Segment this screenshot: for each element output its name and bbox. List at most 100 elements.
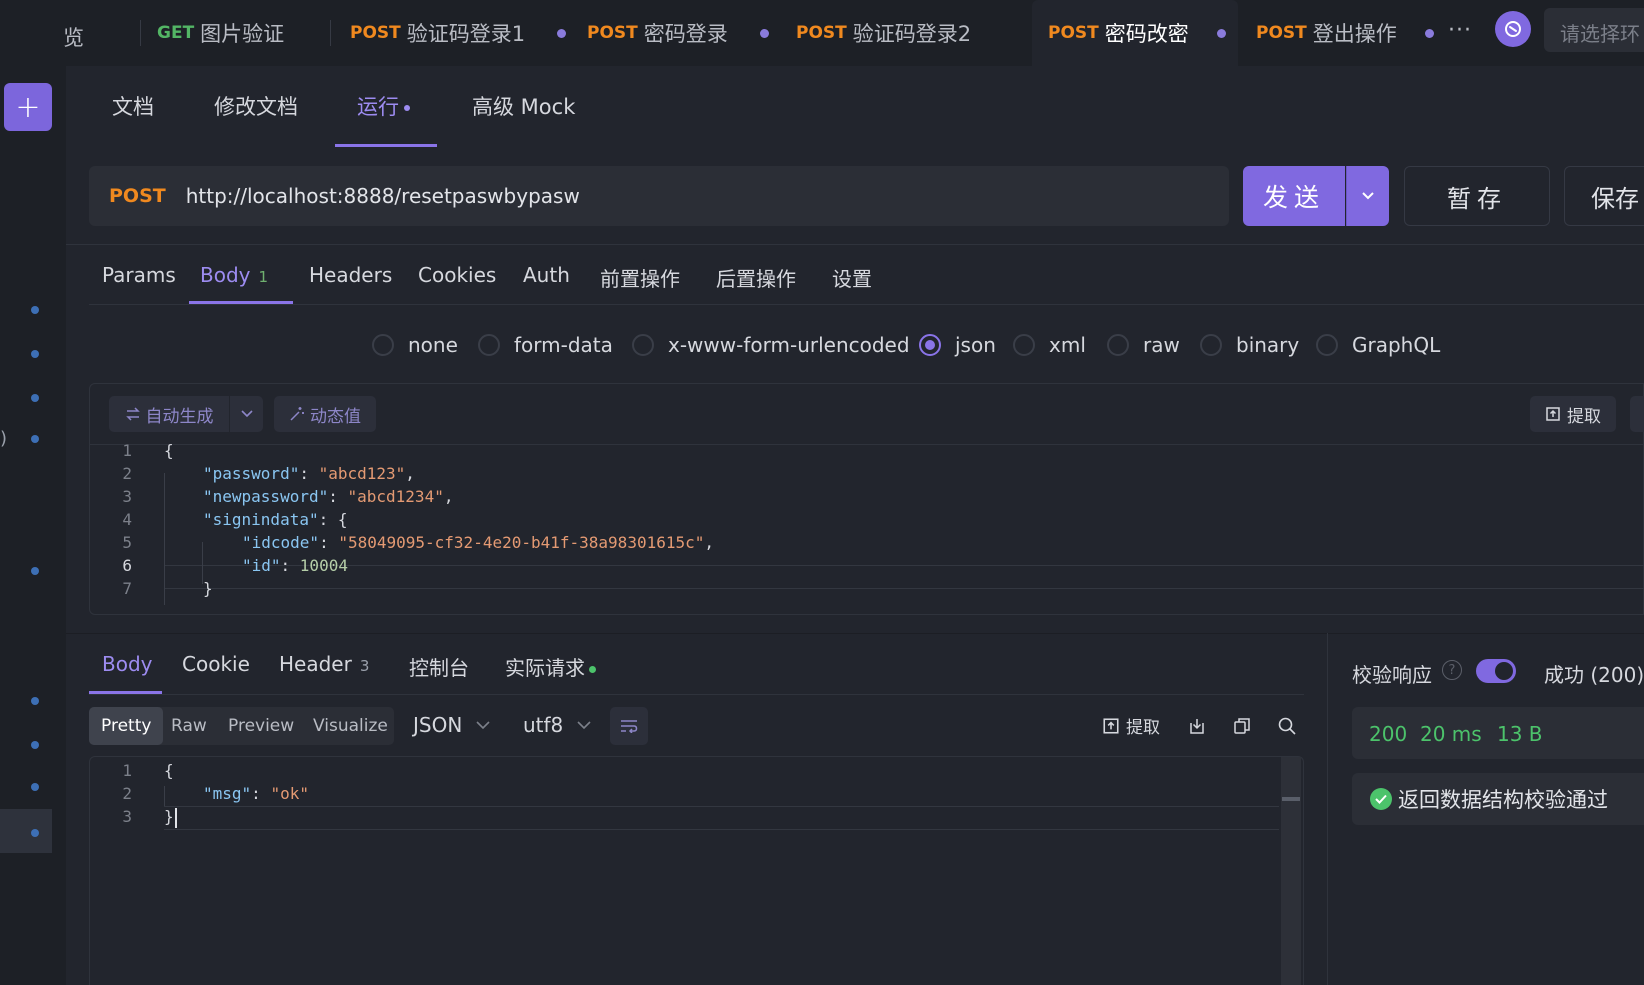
format-value: JSON [413,713,463,737]
tab-cookies[interactable]: Cookies [418,263,496,287]
format-select[interactable]: JSON [413,713,490,737]
radio-label: GraphQL [1352,333,1441,357]
tab-response-body[interactable]: Body [102,652,153,676]
tab-sms-login-2[interactable]: POST 验证码登录2 [796,0,971,66]
code-line: "id": 10004 [242,556,348,575]
tab-password-change[interactable]: POST 密码改密 [1032,0,1238,66]
tab-console[interactable]: 控制台 [409,652,469,681]
radio-label: form-data [514,333,613,357]
url-bar[interactable]: POST http://localhost:8888/resetpaswbypa… [89,166,1229,226]
sidebar-item-dot[interactable] [31,435,39,443]
auto-generate-button[interactable]: 自动生成 [109,396,229,432]
body-type-binary[interactable]: binary [1200,333,1299,357]
current-line-highlight [164,806,1279,830]
send-button[interactable]: 发送 [1243,166,1345,226]
add-button[interactable]: + [4,83,52,131]
body-type-none[interactable]: none [372,333,458,357]
extract-button[interactable]: 提取 [1530,396,1616,432]
tab-sms-login-1[interactable]: POST 验证码登录1 [350,0,567,66]
radio-button[interactable] [632,334,654,356]
tab-logout[interactable]: POST 登出操作 [1256,0,1434,66]
tab-body[interactable]: Body 1 [200,263,268,287]
scrollbar-thumb[interactable] [1282,797,1300,801]
sidebar-item-dot[interactable] [31,829,39,837]
send-dropdown-button[interactable] [1346,166,1389,226]
validate-response-label: 校验响应 [1352,663,1432,687]
copy-icon[interactable] [1229,713,1255,739]
response-extract-button[interactable]: 提取 [1102,713,1160,738]
sidebar-item-dot[interactable] [31,306,39,314]
temp-save-button[interactable]: 暂存 [1404,166,1550,226]
tab-docs[interactable]: 文档 [112,91,154,121]
tab-advanced-mock[interactable]: 高级 Mock [472,91,575,121]
help-icon[interactable]: ? [1442,660,1462,680]
radio-button-checked[interactable] [919,334,941,356]
tab-headers[interactable]: Headers [309,263,392,287]
sidebar-item-dot[interactable] [31,697,39,705]
body-type-json[interactable]: json [919,333,996,357]
radio-button[interactable] [1107,334,1129,356]
count-badge: 1 [258,268,269,286]
tab-run[interactable]: 运行 [357,91,410,121]
tab-overview[interactable]: 览 [63,22,84,52]
search-icon[interactable] [1274,713,1300,739]
radio-button[interactable] [1013,334,1035,356]
encoding-value: utf8 [523,713,564,737]
radio-button[interactable] [1200,334,1222,356]
more-toolbar-button[interactable] [1630,396,1644,432]
tab-pre-operations[interactable]: 前置操作 [600,263,680,292]
radio-label: binary [1236,333,1300,357]
json-string: "abcd123" [318,464,406,483]
scrollbar[interactable] [1281,757,1301,985]
auto-generate-dropdown[interactable] [230,396,263,432]
line-number: 6 [122,556,132,575]
body-type-raw[interactable]: raw [1107,333,1180,357]
sidebar-item-dot[interactable] [31,783,39,791]
body-type-form-data[interactable]: form-data [478,333,613,357]
sidebar-item-dot[interactable] [31,394,39,402]
response-result-select[interactable]: 成功 (200) [1544,659,1644,688]
word-wrap-toggle[interactable] [610,707,648,745]
sync-icon[interactable] [1495,11,1531,47]
tab-actual-request-label: 实际请求 [505,656,585,680]
json-string: "ok" [270,784,309,803]
view-raw[interactable]: Raw [171,707,207,745]
body-type-urlencoded[interactable]: x-www-form-urlencoded [632,333,910,357]
download-icon[interactable] [1184,713,1210,739]
radio-button[interactable] [1316,334,1338,356]
sidebar-item-dot[interactable] [31,741,39,749]
more-tabs-icon[interactable]: ··· [1448,18,1472,43]
sidebar-item-dot[interactable] [31,567,39,575]
tab-actual-request[interactable]: 实际请求 [505,652,596,681]
body-type-graphql[interactable]: GraphQL [1316,333,1440,357]
tab-post-operations[interactable]: 后置操作 [716,263,796,292]
extract-icon [1103,717,1119,734]
json-number: 10004 [299,556,348,575]
sidebar-item-active[interactable] [0,809,52,853]
view-pretty[interactable]: Pretty [89,707,164,745]
radio-button[interactable] [372,334,394,356]
method-select[interactable]: POST [109,185,166,207]
view-preview[interactable]: Preview [228,707,294,745]
save-button[interactable]: 保存 [1564,166,1644,226]
tab-password-login[interactable]: POST 密码登录 [587,0,769,66]
tab-response-cookie[interactable]: Cookie [182,652,250,676]
body-type-xml[interactable]: xml [1013,333,1086,357]
tab-response-header[interactable]: Header 3 [279,652,369,676]
encoding-select[interactable]: utf8 [523,713,591,737]
dynamic-value-button[interactable]: 动态值 [274,396,376,432]
sidebar-item-dot[interactable] [31,350,39,358]
radio-button[interactable] [478,334,500,356]
panel-splitter[interactable] [1327,633,1328,985]
text-caret [174,807,177,828]
environment-select[interactable]: 请选择环 [1544,8,1644,52]
tab-method: POST [1256,23,1307,43]
validate-response-toggle[interactable] [1476,659,1516,683]
view-visualize[interactable]: Visualize [313,707,388,745]
tab-image-verify[interactable]: GET 图片验证 [157,0,284,66]
tab-edit-docs[interactable]: 修改文档 [214,91,298,121]
tab-settings[interactable]: 设置 [832,263,872,292]
tab-auth[interactable]: Auth [523,263,570,287]
url-input[interactable]: http://localhost:8888/resetpaswbypasw [186,184,580,208]
tab-params[interactable]: Params [102,263,176,287]
